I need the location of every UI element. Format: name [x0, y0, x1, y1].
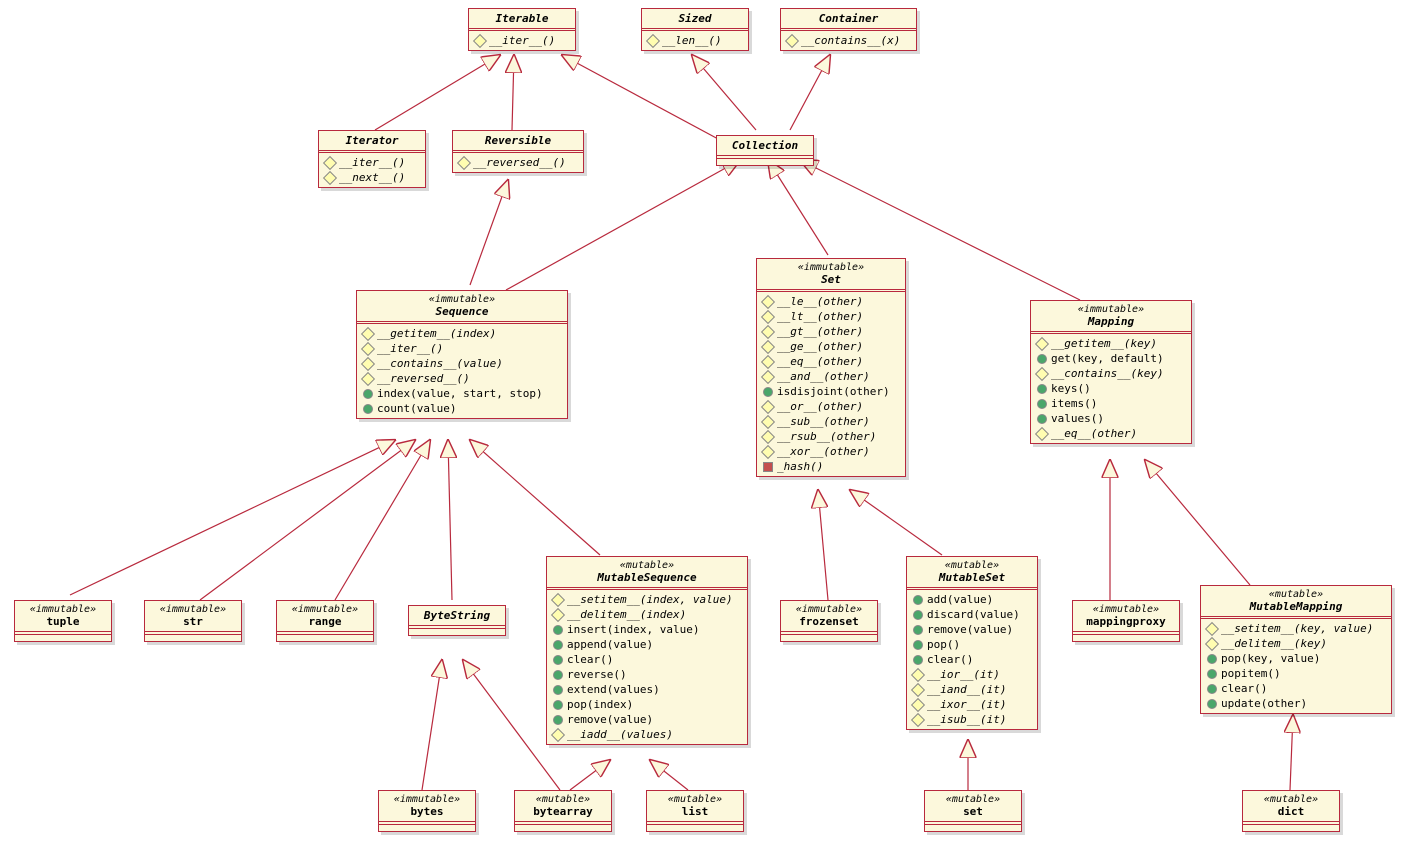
- class-dict: «mutable»dict: [1242, 790, 1340, 832]
- class-tuple: «immutable»tuple: [14, 600, 112, 642]
- class-sequence: «immutable»Sequence__getitem__(index)__i…: [356, 290, 568, 419]
- class-reversible: Reversible__reversed__(): [452, 130, 584, 173]
- class-bytes: «immutable»bytes: [378, 790, 476, 832]
- class-range: «immutable»range: [276, 600, 374, 642]
- class-iterator: Iterator__iter__()__next__(): [318, 130, 426, 188]
- class-mutablesequence: «mutable»MutableSequence__setitem__(inde…: [546, 556, 748, 745]
- class-mappingproxy: «immutable»mappingproxy: [1072, 600, 1180, 642]
- uml-diagram: Iterable__iter__() Sized__len__() Contai…: [0, 0, 1406, 852]
- class-sized: Sized__len__(): [641, 8, 749, 51]
- class-str: «immutable»str: [144, 600, 242, 642]
- class-set: «immutable»Set__le__(other)__lt__(other)…: [756, 258, 906, 477]
- class-mutablemapping: «mutable»MutableMapping__setitem__(key, …: [1200, 585, 1392, 714]
- class-list: «mutable»list: [646, 790, 744, 832]
- class-mutableset: «mutable»MutableSetadd(value)discard(val…: [906, 556, 1038, 730]
- class-collection: Collection: [716, 135, 814, 166]
- class-container: Container__contains__(x): [780, 8, 917, 51]
- class-set-concrete: «mutable»set: [924, 790, 1022, 832]
- class-bytestring: ByteString: [408, 605, 506, 636]
- class-iterable: Iterable__iter__(): [468, 8, 576, 51]
- class-bytearray: «mutable»bytearray: [514, 790, 612, 832]
- class-mapping: «immutable»Mapping__getitem__(key)get(ke…: [1030, 300, 1192, 444]
- class-frozenset: «immutable»frozenset: [780, 600, 878, 642]
